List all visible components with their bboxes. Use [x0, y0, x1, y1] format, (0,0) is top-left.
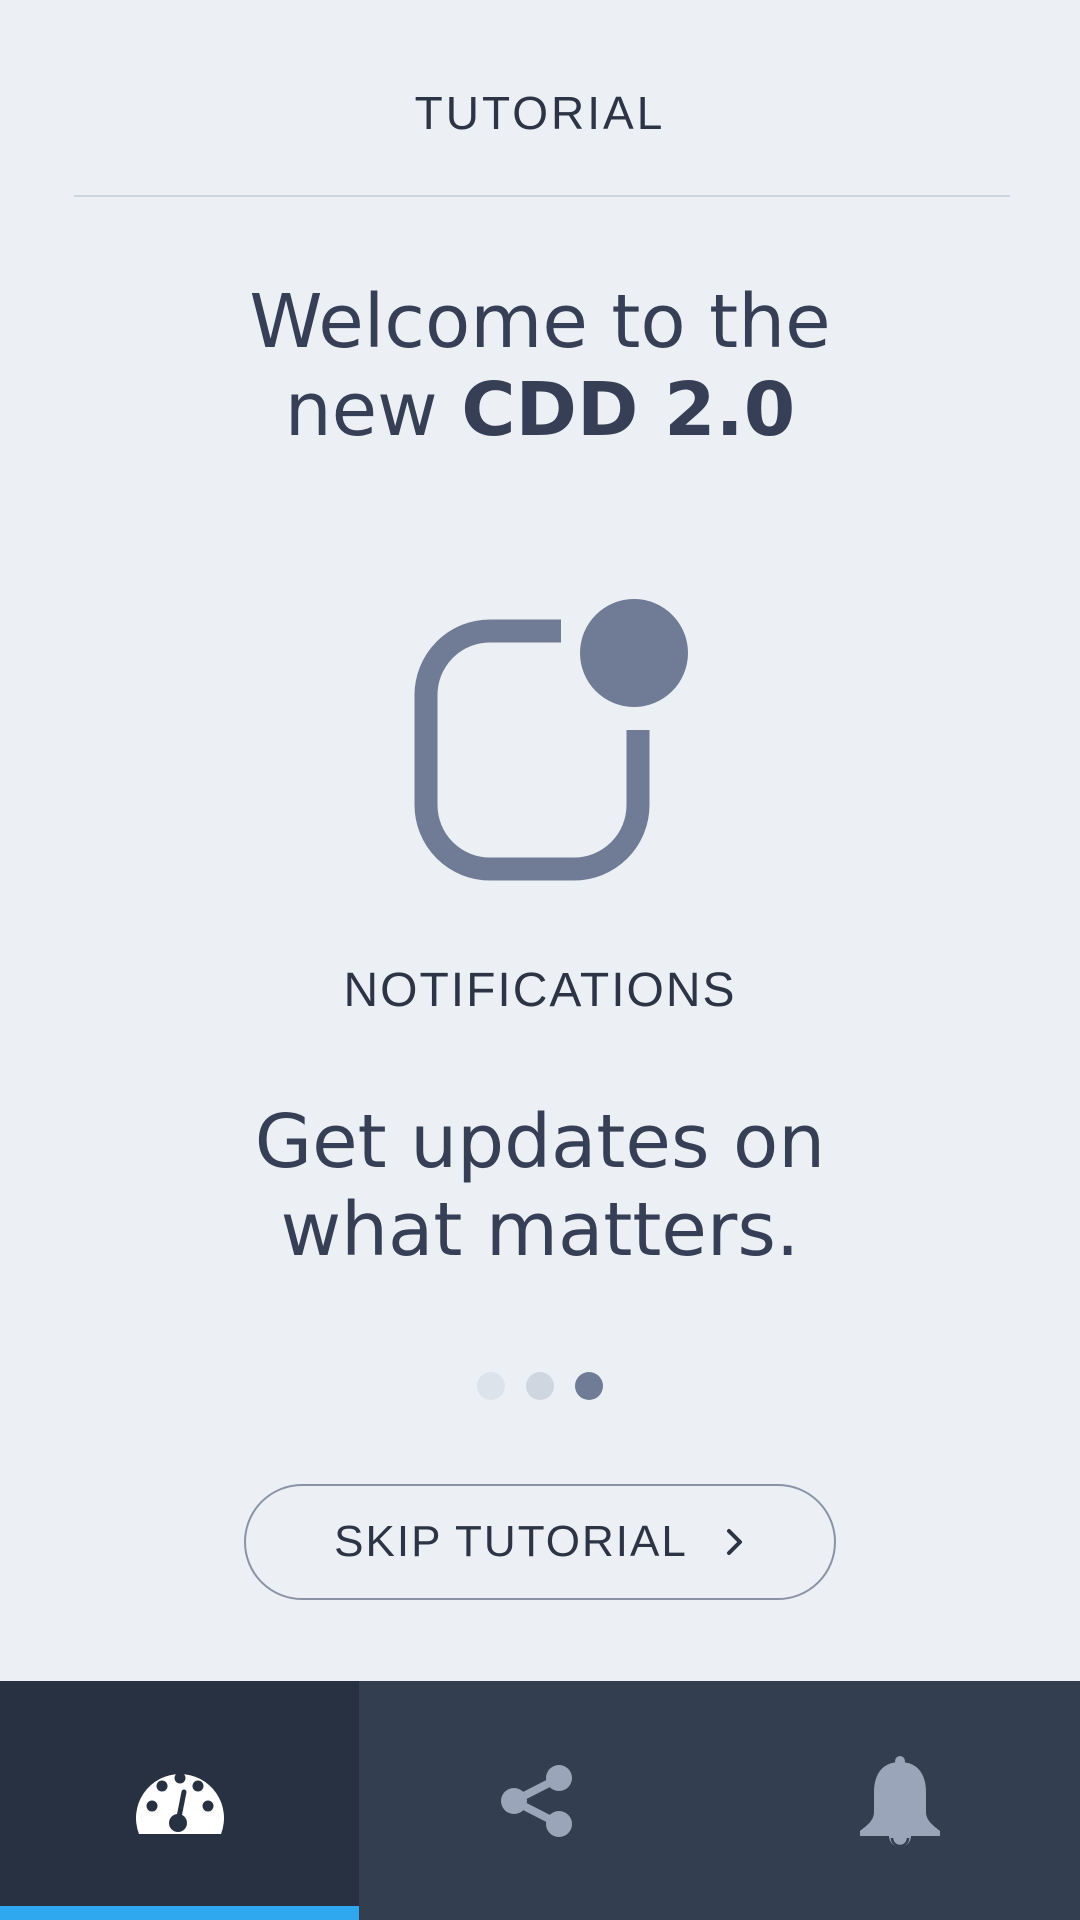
- feature-title: NOTIFICATIONS: [343, 964, 737, 1017]
- tab-dashboard[interactable]: [0, 1681, 359, 1920]
- bottom-tab-bar: [0, 1681, 1080, 1920]
- welcome-heading: Welcome to the new CDD 2.0: [0, 278, 1080, 454]
- skip-tutorial-button[interactable]: SKIP TUTORIAL: [244, 1484, 836, 1600]
- header-divider: [74, 195, 1010, 197]
- page-dot-2[interactable]: [526, 1372, 554, 1400]
- active-tab-indicator: [0, 1906, 359, 1920]
- feature-description-line-2: what matters.: [280, 1187, 800, 1273]
- skip-tutorial-label: SKIP TUTORIAL: [334, 1517, 688, 1566]
- page-indicator: [0, 1372, 1080, 1400]
- dashboard-gauge-icon: [135, 1772, 224, 1834]
- feature-description: Get updates on what matters.: [0, 1098, 1080, 1274]
- tab-notifications[interactable]: [719, 1681, 1080, 1920]
- page-title: TUTORIAL: [414, 87, 666, 139]
- notification-badge-icon: [404, 595, 694, 885]
- page-dot-1[interactable]: [477, 1372, 505, 1400]
- feature-description-line-1: Get updates on: [254, 1099, 826, 1185]
- share-icon: [501, 1764, 572, 1837]
- app-version-name: CDD 2.0: [461, 367, 796, 453]
- welcome-line-2-prefix: new: [284, 367, 462, 453]
- tab-share[interactable]: [359, 1681, 719, 1920]
- welcome-line-2: new CDD 2.0: [0, 366, 1080, 454]
- page-dot-3-active[interactable]: [575, 1372, 603, 1400]
- chevron-right-icon: [726, 1529, 742, 1555]
- welcome-line-1: Welcome to the: [249, 279, 831, 365]
- bell-icon: [859, 1755, 940, 1847]
